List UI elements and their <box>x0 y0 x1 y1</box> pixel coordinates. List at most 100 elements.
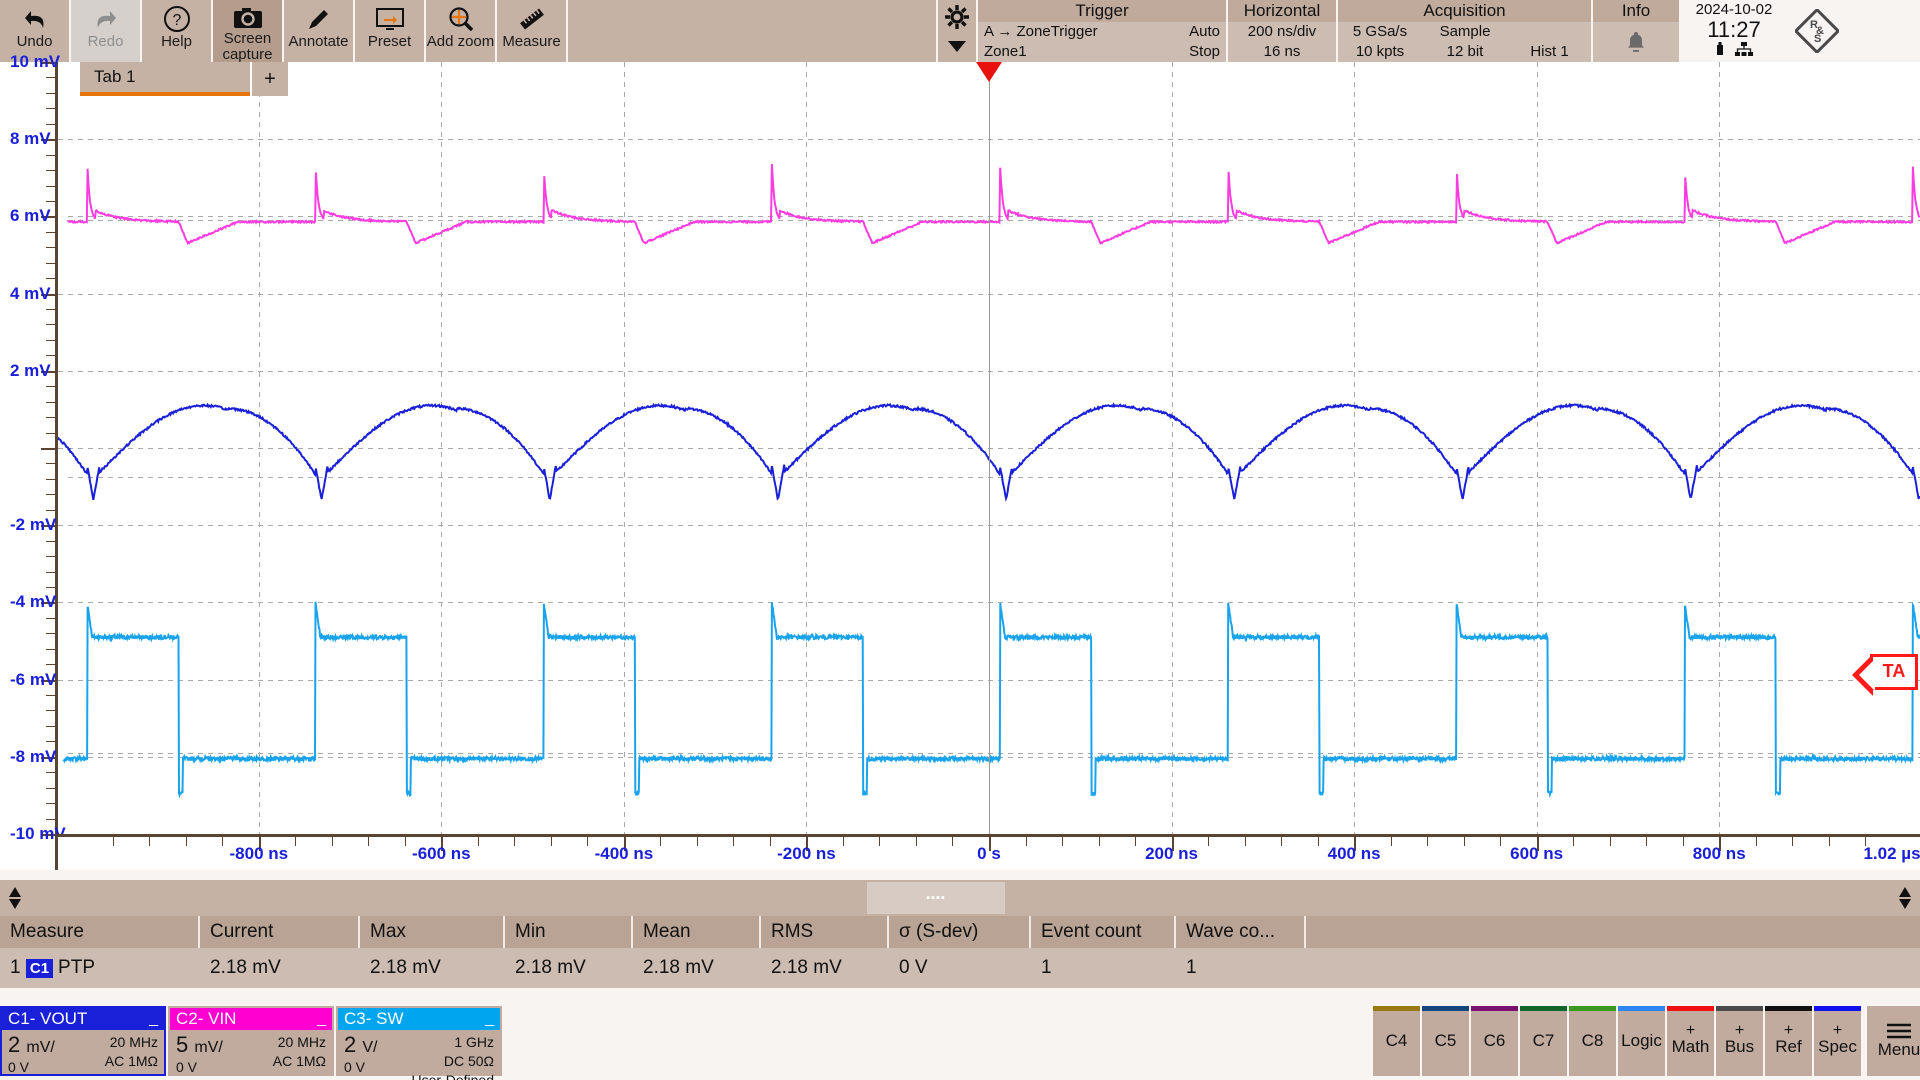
datetime-panel[interactable]: 2024-10-02 11:27 <box>1681 0 1787 62</box>
acquisition-history: Hist 1 <box>1514 42 1585 62</box>
y-tick-label: -6 mV <box>10 670 56 690</box>
column-header[interactable]: RMS <box>761 916 889 948</box>
column-header[interactable]: σ (S-dev) <box>889 916 1031 948</box>
y-minor-tick <box>46 170 55 171</box>
function-button-label: Bus <box>1725 1037 1754 1057</box>
bell-icon[interactable] <box>1624 30 1648 54</box>
x-minor-tick <box>587 837 588 846</box>
acquisition-blank <box>1514 22 1585 42</box>
y-minor-tick <box>46 803 55 804</box>
channel-box-c1[interactable]: C1- VOUT_2 mV/20 MHzAC 1MΩ0 V <box>0 1006 166 1076</box>
column-header[interactable]: Measure <box>0 916 200 948</box>
channel-box-c3[interactable]: C3- SW_2 V/1 GHzDC 50ΩUser-Defined0 V <box>336 1006 502 1076</box>
x-tick-label: 400 ns <box>1328 844 1381 864</box>
function-button-c7[interactable]: C7 <box>1520 1006 1569 1076</box>
annotate-button[interactable]: Annotate <box>284 0 355 62</box>
preset-button[interactable]: Preset <box>355 0 426 62</box>
function-button-label: C6 <box>1484 1031 1506 1051</box>
x-minor-tick <box>478 837 479 846</box>
menu-button[interactable]: Menu <box>1867 1006 1920 1076</box>
column-header[interactable]: Max <box>360 916 505 948</box>
column-header[interactable]: Mean <box>633 916 761 948</box>
arrow-down-icon <box>9 898 21 909</box>
scroll-track[interactable]: ▪▪▪▪ <box>30 880 1890 916</box>
measure-source-badge[interactable]: C1 <box>26 959 53 978</box>
acquisition-panel[interactable]: Acquisition 5 GSa/s 10 kpts Sample 12 bi… <box>1338 0 1593 62</box>
function-button-c4[interactable]: C4 <box>1373 1006 1422 1076</box>
x-minor-tick <box>697 837 698 846</box>
y-minor-tick <box>46 587 55 588</box>
function-button-c8[interactable]: C8 <box>1569 1006 1618 1076</box>
scroll-left-arrows[interactable] <box>0 880 30 916</box>
stripe <box>1520 1006 1567 1011</box>
function-button-logic[interactable]: Logic <box>1618 1006 1667 1076</box>
horizontal-title: Horizontal <box>1228 0 1338 22</box>
column-header[interactable]: Current <box>200 916 360 948</box>
status-settings-column <box>938 0 978 62</box>
trigger-panel[interactable]: Trigger A → ZoneTrigger Zone1 Auto Stop <box>978 0 1228 62</box>
gear-icon[interactable] <box>944 4 970 35</box>
horizontal-scale: 200 ns/div <box>1234 22 1330 42</box>
plus-icon: + <box>1735 1025 1744 1037</box>
waveform-display[interactable]: 10 mV8 mV6 mV4 mV2 mV-2 mV-4 mV-6 mV-8 m… <box>0 62 1920 870</box>
function-button-ref[interactable]: +Ref <box>1765 1006 1814 1076</box>
y-minor-tick <box>46 247 55 248</box>
function-button-spec[interactable]: +Spec <box>1814 1006 1863 1076</box>
acquisition-title: Acquisition <box>1338 0 1593 22</box>
x-minor-tick <box>1391 837 1392 846</box>
function-button-label: C5 <box>1435 1031 1457 1051</box>
function-button-c6[interactable]: C6 <box>1471 1006 1520 1076</box>
trigger-level-marker[interactable]: TA <box>1870 654 1918 690</box>
function-button-math[interactable]: +Math <box>1667 1006 1716 1076</box>
measurement-table[interactable]: MeasureCurrentMaxMinMeanRMSσ (S-dev)Even… <box>0 916 1920 1006</box>
x-tick-label: 800 ns <box>1693 844 1746 864</box>
table-row[interactable]: 1 C1PTP2.18 mV2.18 mV2.18 mV2.18 mV2.18 … <box>0 948 1920 988</box>
x-tick-label: 1.02 µs <box>1863 844 1920 864</box>
function-button-bus[interactable]: +Bus <box>1716 1006 1765 1076</box>
tab-1[interactable]: Tab 1 <box>80 62 250 96</box>
table-cell: 1 C1PTP <box>0 948 200 988</box>
column-header[interactable]: Wave co... <box>1176 916 1306 948</box>
channel-label: C2- VIN <box>176 1009 236 1029</box>
channel-box-c2[interactable]: C2- VIN_5 mV/20 MHzAC 1MΩ0 V <box>168 1006 334 1076</box>
function-button-c5[interactable]: C5 <box>1422 1006 1471 1076</box>
minimize-icon[interactable]: _ <box>485 1014 494 1024</box>
add-tab-button[interactable]: + <box>252 62 288 96</box>
screen-capture-button[interactable]: Screen capture <box>213 0 284 62</box>
trigger-position-marker[interactable] <box>976 62 1002 82</box>
y-tick-label: -2 mV <box>10 515 56 535</box>
help-label: Help <box>161 34 192 49</box>
channel-bandwidth: 20 MHz <box>105 1033 158 1052</box>
x-minor-tick <box>149 837 150 846</box>
column-header[interactable]: Min <box>505 916 633 948</box>
y-minor-tick <box>46 417 55 418</box>
x-minor-tick <box>1318 837 1319 846</box>
horizontal-panel[interactable]: Horizontal 200 ns/div 16 ns <box>1228 0 1338 62</box>
add-zoom-button[interactable]: Add zoom <box>426 0 497 62</box>
scroll-right-arrows[interactable] <box>1890 880 1920 916</box>
minimize-icon[interactable]: _ <box>149 1014 158 1024</box>
redo-button[interactable]: Redo <box>71 0 142 62</box>
y-minor-tick <box>46 664 55 665</box>
table-cell: 2.18 mV <box>200 948 360 988</box>
y-tick-label: 4 mV <box>10 284 51 304</box>
x-minor-tick <box>1792 837 1793 846</box>
measure-button[interactable]: Measure <box>497 0 568 62</box>
column-header[interactable]: Event count <box>1031 916 1176 948</box>
chevron-down-icon[interactable] <box>947 40 967 58</box>
horizontal-axis[interactable]: -800 ns-600 ns-400 ns-200 ns0 s200 ns400… <box>58 834 1920 870</box>
vertical-axis[interactable]: 10 mV8 mV6 mV4 mV2 mV-2 mV-4 mV-6 mV-8 m… <box>0 62 58 870</box>
tab-bar: Tab 1 + <box>80 62 288 96</box>
trigger-zone: Zone1 <box>984 42 1144 62</box>
info-panel[interactable]: Info <box>1593 0 1681 62</box>
y-minor-tick <box>46 618 55 619</box>
plot-area[interactable]: C1C2C3TA <box>58 62 1920 834</box>
function-button-label: C4 <box>1386 1031 1408 1051</box>
minimize-icon[interactable]: _ <box>317 1014 326 1024</box>
scroll-thumb[interactable]: ▪▪▪▪ <box>867 882 1005 914</box>
table-cell: 2.18 mV <box>505 948 633 988</box>
x-minor-tick <box>1208 837 1209 846</box>
x-minor-tick <box>1427 837 1428 846</box>
help-button[interactable]: ? Help <box>142 0 213 62</box>
horizontal-scrollbar[interactable]: ▪▪▪▪ <box>0 880 1920 916</box>
